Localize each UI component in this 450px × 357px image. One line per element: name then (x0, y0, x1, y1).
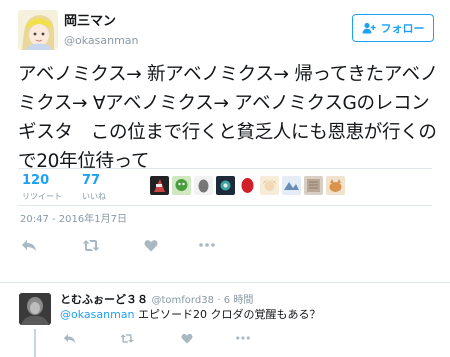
liker-avatar[interactable] (282, 176, 301, 195)
user-handle[interactable]: @okasanman (64, 34, 139, 48)
like-label: いいね (82, 192, 106, 201)
main-tweet: 岡三マン @okasanman フォロー アベノミクス→ 新アベノミクス→ 帰っ… (0, 0, 450, 282)
more-button[interactable] (198, 237, 216, 253)
like-button[interactable] (142, 237, 160, 253)
like-icon (181, 333, 193, 344)
liker-avatar[interactable] (194, 176, 213, 195)
user-avatar[interactable] (18, 10, 58, 50)
liker-avatars (150, 176, 345, 195)
reply-retweet-button[interactable] (120, 331, 134, 345)
user-name[interactable]: 岡三マン (64, 14, 116, 30)
liker-avatar[interactable] (238, 176, 257, 195)
follow-label: フォロー (380, 22, 425, 35)
reply-user-handle[interactable]: @tomford38 (152, 295, 214, 306)
liker-avatar[interactable] (150, 176, 169, 195)
reply-reply-button[interactable] (62, 331, 76, 345)
stats-divider-top (18, 168, 432, 169)
reply-avatar[interactable] (19, 293, 51, 325)
reply-icon (22, 239, 36, 251)
reply-more-button[interactable] (236, 331, 250, 345)
stats-divider-bottom (18, 205, 432, 206)
add-user-icon (362, 22, 376, 34)
more-icon (199, 243, 215, 247)
reply-time[interactable]: · 6 時間 (217, 295, 253, 306)
follow-button[interactable]: フォロー (352, 14, 434, 42)
liker-avatar[interactable] (260, 176, 279, 195)
more-icon (236, 336, 250, 340)
reply-header: とむふぉーど３８ @tomford38 · 6 時間 (60, 293, 253, 308)
reply-like-button[interactable] (180, 331, 194, 345)
like-count: 77 (82, 173, 101, 188)
reply-user-name[interactable]: とむふぉーど３８ (60, 293, 148, 306)
like-stat[interactable]: 77 いいね (82, 173, 106, 202)
retweet-button[interactable] (82, 237, 100, 253)
retweet-count: 120 (22, 173, 50, 188)
reply-body: エピソード20 クロダの覚醒もある？ (134, 308, 321, 321)
retweet-stat[interactable]: 120 リツイート (22, 173, 62, 202)
tweet-text: アベノミクス→ 新アベノミクス→ 帰ってきたアベノミクス→ ∀アベノミクス→ ア… (18, 64, 439, 172)
reply-icon (63, 333, 75, 343)
liker-avatar[interactable] (326, 176, 345, 195)
reply-button[interactable] (20, 237, 38, 253)
reply-tweet[interactable]: とむふぉーど３８ @tomford38 · 6 時間 @okasanman エピ… (0, 283, 450, 357)
liker-avatar[interactable] (304, 176, 323, 195)
retweet-label: リツイート (22, 192, 62, 201)
liker-avatar[interactable] (172, 176, 191, 195)
retweet-icon (82, 239, 100, 251)
like-icon (144, 239, 158, 251)
reply-mention[interactable]: @okasanman (60, 308, 135, 321)
tweet-timestamp[interactable]: 20:47 - 2016年1月7日 (20, 213, 127, 227)
reply-text: @okasanman エピソード20 クロダの覚醒もある？ (60, 308, 321, 322)
liker-avatar[interactable] (216, 176, 235, 195)
thread-line (34, 329, 36, 357)
retweet-icon (120, 333, 134, 343)
